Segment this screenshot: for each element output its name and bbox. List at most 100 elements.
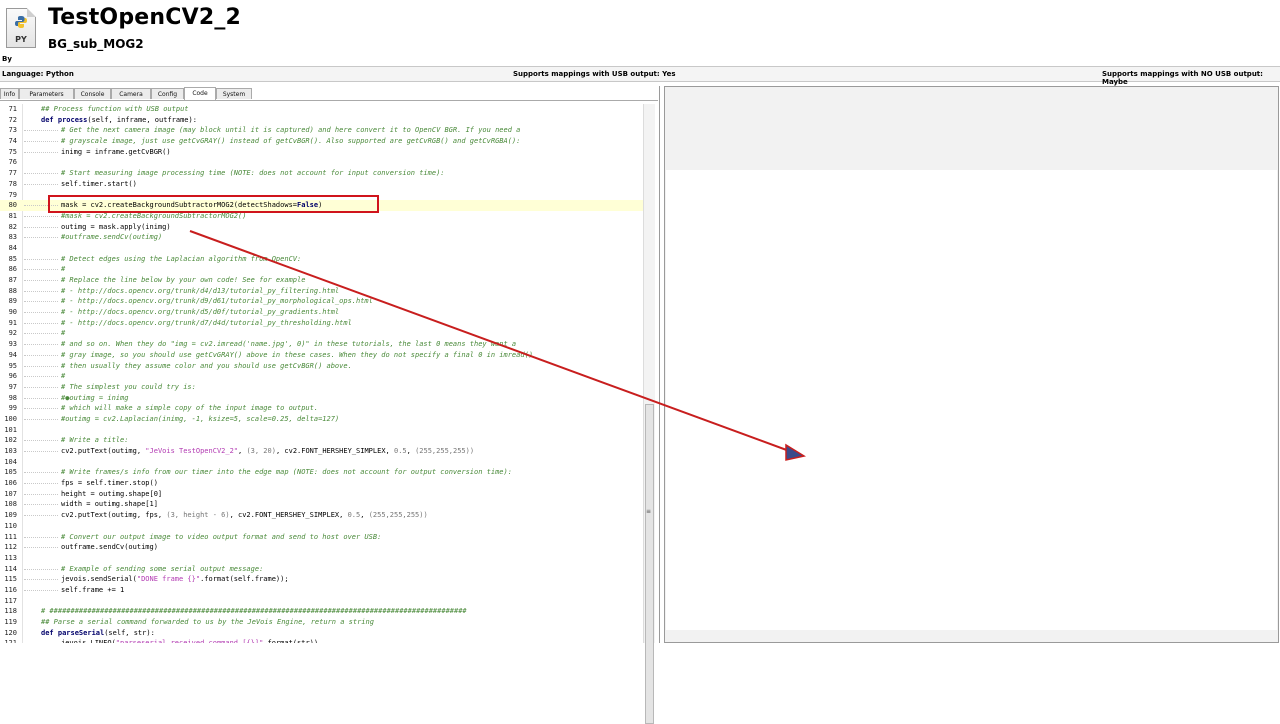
code-line[interactable]: 119 ## Parse a serial command forwarded t… [0,617,643,628]
line-number: 82 [8,222,17,231]
code-line[interactable]: 85 # Detect edges using the Laplacian alg… [0,254,643,265]
code-line[interactable]: 100 #outimg = cv2.Laplacian(inimg, -1, ks… [0,414,643,425]
code-editor[interactable]: 71 ## Process function with USB output 72 d… [0,104,643,643]
line-number: 94 [8,350,17,359]
tab-info[interactable]: Info [0,88,19,99]
code-line[interactable]: 74 # grayscale image, just use getCvGRAY(… [0,136,643,147]
no-usb-output-support: Supports mappings with NO USB output: Ma… [1102,70,1263,86]
line-number: 86 [8,265,17,274]
tab-code[interactable]: Code [184,87,216,100]
tab-camera[interactable]: Camera [111,88,151,99]
code-token: (255,255,255)) [368,511,428,520]
code-text: #outframe.sendCv(outimg) [61,232,162,243]
code-line[interactable]: 90 # - http://docs.opencv.org/trunk/d5/d0… [0,307,643,318]
code-line[interactable]: 82 outimg = mask.apply(inimg) [0,222,643,233]
scrollbar-thumb[interactable] [645,404,654,724]
code-token: # Write frames/s info from our timer int… [61,468,512,477]
code-token: #●outimg = inimg [61,393,129,402]
code-line[interactable]: 87 # Replace the line below by your own c… [0,275,643,286]
code-line[interactable]: 108 width = outimg.shape[1] [0,499,643,510]
code-line[interactable]: 75 inimg = inframe.getCvBGR() [0,147,643,158]
code-line[interactable]: 117 [0,596,643,607]
code-token: ## Process function with USB output [41,105,189,113]
code-token: height = outimg.shape[0] [61,489,163,498]
tab-config[interactable]: Config [151,88,184,99]
code-text: # Example of sending some serial output … [61,564,263,575]
editor-vertical-scrollbar[interactable]: ≡ [643,104,655,724]
code-text: # Start measuring image processing time … [61,168,445,179]
code-line[interactable]: 110 [0,521,643,532]
indent-guide [24,151,58,154]
code-line[interactable]: 102 # Write a title: [0,435,643,446]
indent-guide [24,397,58,400]
code-line[interactable]: 89 # - http://docs.opencv.org/trunk/d9/d6… [0,296,643,307]
tab-console[interactable]: Console [74,88,111,99]
code-token: outimg = mask.apply(inimg) [61,222,171,231]
code-line[interactable]: 73 # Get the next camera image (may block… [0,125,643,136]
line-number: 75 [8,147,17,156]
code-line[interactable]: 71 ## Process function with USB output [0,104,643,115]
code-token: # [61,329,66,338]
code-line[interactable]: 99 # which will make a simple copy of the… [0,403,643,414]
code-line[interactable]: 86 # [0,264,643,275]
line-number: 107 [4,489,17,498]
code-text: # Get the next camera image (may block u… [61,125,520,136]
line-number: 116 [4,585,17,594]
code-line[interactable]: 111 # Convert our output image to video o… [0,532,643,543]
file-extension-label: PY [15,35,27,44]
code-line[interactable]: 97 # The simplest you could try is: [0,382,643,393]
indent-guide [24,493,58,496]
code-line[interactable]: 104 [0,457,643,468]
code-line[interactable]: 83 #outframe.sendCv(outimg) [0,232,643,243]
code-line[interactable]: 118 # ###################################… [0,606,643,617]
code-text: # - http://docs.opencv.org/trunk/d9/d61/… [61,296,373,307]
code-line[interactable]: 94 # gray image, so you should use getCvG… [0,350,643,361]
code-line[interactable]: 91 # - http://docs.opencv.org/trunk/d7/d4… [0,318,643,329]
code-line[interactable]: 72 def process(self, inframe, outframe): [0,115,643,126]
code-token: self.frame += 1 [61,585,125,594]
code-line[interactable]: 103 cv2.putText(outimg, "JeVois TestOpenC… [0,446,643,457]
indent-guide [24,483,58,485]
line-number: 114 [4,564,17,573]
code-line[interactable]: 98 #●outimg = inimg [0,393,643,404]
code-line[interactable]: 88 # - http://docs.opencv.org/trunk/d4/d1… [0,286,643,297]
code-line[interactable]: 116 self.frame += 1 [0,585,643,596]
code-token: # grayscale image, just use getCvGRAY() … [61,137,521,146]
code-line[interactable]: 109 cv2.putText(outimg, fps, (3, height -… [0,510,643,521]
line-number: 112 [4,543,17,552]
code-text: # [61,371,65,382]
code-line[interactable]: 80 mask = cv2.createBackgroundSubtractorM… [0,200,643,211]
line-number: 92 [8,329,17,338]
code-line[interactable]: 92 # [0,328,643,339]
tab-parameters[interactable]: Parameters [19,88,74,99]
code-line[interactable]: 101 [0,425,643,436]
code-line[interactable]: 105 # Write frames/s info from our timer … [0,467,643,478]
code-line[interactable]: 76 [0,157,643,168]
code-line[interactable]: 96 # [0,371,643,382]
code-line[interactable]: 93 # and so on. When they do "img = cv2.i… [0,339,643,350]
indent-guide [24,386,58,389]
panel-splitter[interactable] [659,86,660,643]
code-line[interactable]: 78 self.timer.start() [0,179,643,190]
tab-system[interactable]: System [216,88,252,99]
code-line[interactable]: 79 [0,190,643,201]
line-number: 113 [4,553,17,562]
code-line[interactable]: 112 outframe.sendCv(outimg) [0,542,643,553]
code-line[interactable]: 107 height = outimg.shape[0] [0,489,643,500]
code-line[interactable]: 95 # then usually they assume color and y… [0,361,643,372]
code-line[interactable]: 81 #mask = cv2.createBackgroundSubtractor… [0,211,643,222]
indent-guide [24,589,58,592]
indent-guide [24,301,58,303]
indent-guide [24,472,58,474]
code-text: outimg = mask.apply(inimg) [61,222,171,233]
code-line[interactable]: 120 def parseSerial(self, str): [0,628,643,639]
code-line[interactable]: 84 [0,243,643,254]
code-line[interactable]: 115 jevois.sendSerial("DONE frame {}".for… [0,574,643,585]
code-line[interactable]: 113 [0,553,643,564]
code-token: cv2.putText(outimg, [61,447,146,455]
code-line[interactable]: 77 # Start measuring image processing tim… [0,168,643,179]
code-line[interactable]: 106 fps = self.timer.stop() [0,478,643,489]
code-token: , cv2.FONT_HERSHEY_SIMPLEX, [229,511,348,520]
code-line[interactable]: 121 jevois.LINFO("parseserial received co… [0,638,643,643]
code-line[interactable]: 114 # Example of sending some serial outp… [0,564,643,575]
